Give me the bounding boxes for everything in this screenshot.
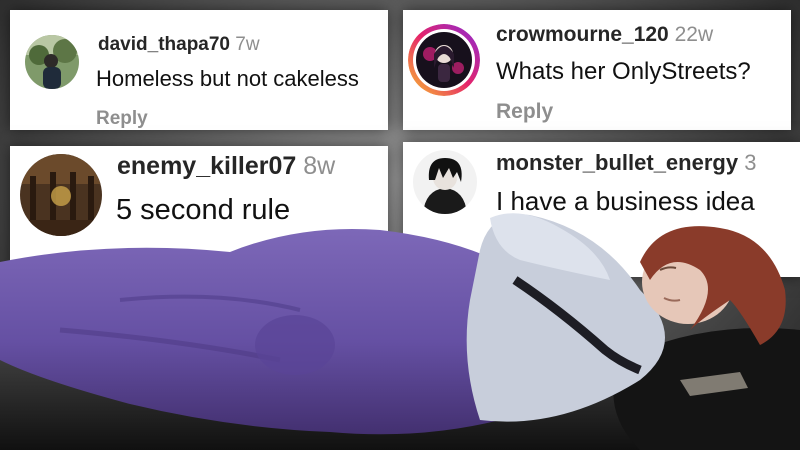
avatar-icon[interactable] [413, 150, 477, 214]
comment-text: Whats her OnlyStreets? [496, 58, 751, 85]
comment-age: 3 [744, 150, 757, 175]
comment-card-4: monster_bullet_energy 3 I have a busines… [403, 142, 800, 277]
comment-username[interactable]: monster_bullet_energy 3 [496, 150, 756, 176]
comment-text: I have a business idea [496, 186, 755, 216]
avatar-icon[interactable] [25, 35, 79, 89]
comment-age: 7w [235, 34, 260, 55]
comment-card-2: crowmourne_120 22w Whats her OnlyStreets… [403, 10, 791, 130]
comment-age: 8w [303, 152, 336, 180]
comment-text: Homeless but not cakeless [96, 66, 359, 91]
reply-button[interactable]: Reply [496, 236, 556, 262]
avatar-icon[interactable] [408, 24, 480, 96]
comment-text: 5 second rule [116, 194, 291, 226]
comment-username[interactable]: enemy_killer07 8w [117, 152, 335, 181]
comment-username[interactable]: david_thapa70 7w [98, 34, 260, 56]
comment-username[interactable]: crowmourne_120 22w [496, 23, 713, 47]
reply-button[interactable]: Reply [496, 100, 553, 124]
reply-button[interactable]: Reply [96, 108, 148, 130]
comment-age: 22w [674, 23, 714, 46]
comment-card-3: enemy_killer07 8w 5 second rule Reply [10, 146, 388, 276]
avatar-icon[interactable] [20, 154, 102, 236]
reply-button[interactable]: Reply [116, 248, 181, 276]
comment-card-1: david_thapa70 7w Homeless but not cakele… [10, 10, 388, 130]
